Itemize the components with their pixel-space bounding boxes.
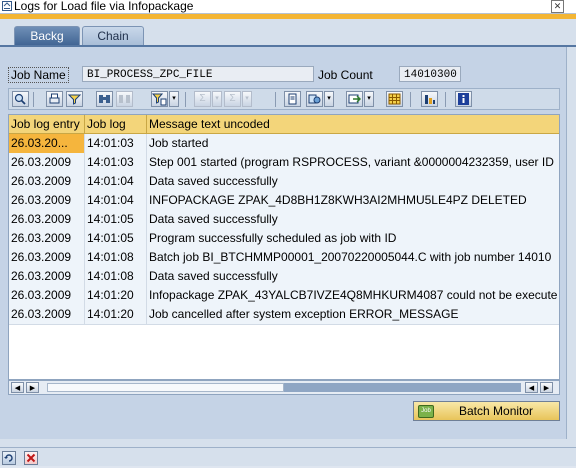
table-row[interactable]: 26.03.2009 14:01:08 Data saved successfull… <box>9 267 559 287</box>
chart-icon[interactable] <box>421 91 438 107</box>
print-preview-icon[interactable] <box>284 91 301 107</box>
job-log-grid: Job log entry Job log Message text uncod… <box>8 114 560 380</box>
window-icon <box>2 1 12 11</box>
job-name-field: BI_PROCESS_ZPC_FILE <box>82 66 314 82</box>
cell-date[interactable]: 26.03.20... <box>9 134 85 153</box>
subtotal-dropdown-icon[interactable]: ▾ <box>242 91 252 107</box>
find-next-icon[interactable] <box>116 91 133 107</box>
cell-time[interactable]: 14:01:20 <box>85 286 147 305</box>
export-icon[interactable] <box>306 91 323 107</box>
table-row[interactable]: 26.03.2009 14:01:08 Batch job BI_BTCHMMP00… <box>9 248 559 268</box>
toolbar-separator <box>445 92 446 107</box>
cell-time[interactable]: 14:01:03 <box>85 153 147 172</box>
cell-message[interactable]: Program successfully scheduled as job wi… <box>147 229 559 248</box>
toolbar-separator <box>185 92 186 107</box>
cell-time[interactable]: 14:01:04 <box>85 172 147 191</box>
cell-date[interactable]: 26.03.2009 <box>9 210 85 229</box>
scroll-left-button[interactable]: ◀ <box>11 382 24 393</box>
job-icon: Job <box>418 405 434 418</box>
scroll-left-end-button[interactable]: ◀ <box>525 382 538 393</box>
cell-date[interactable]: 26.03.2009 <box>9 248 85 267</box>
scroll-thumb[interactable] <box>47 383 284 392</box>
job-count-field: 14010300 <box>399 66 461 82</box>
cell-message[interactable]: Batch job BI_BTCHMMP00001_20070220005044… <box>147 248 559 267</box>
sum-dropdown-icon[interactable]: ▾ <box>212 91 222 107</box>
cell-message[interactable]: Job cancelled after system exception ERR… <box>147 305 559 324</box>
table-row[interactable]: 26.03.2009 14:01:20 Infopackage ZPAK_43YAL… <box>9 286 559 306</box>
cell-date[interactable]: 26.03.2009 <box>9 191 85 210</box>
toolbar-separator <box>410 92 411 107</box>
info-icon[interactable] <box>455 91 472 107</box>
job-name-label: Job Name <box>8 67 69 83</box>
cell-message[interactable]: Data saved successfully <box>147 172 559 191</box>
batch-monitor-button[interactable]: Job Batch Monitor <box>413 401 560 421</box>
set-filter-dropdown-icon[interactable]: ▾ <box>169 91 179 107</box>
scroll-right-button[interactable]: ▶ <box>26 382 39 393</box>
cell-time[interactable]: 14:01:08 <box>85 248 147 267</box>
table-row[interactable]: 26.03.20... 14:01:03 Job started <box>9 134 559 154</box>
job-count-label: Job Count <box>318 68 373 82</box>
table-row[interactable]: 26.03.2009 14:01:05 Data saved successfull… <box>9 210 559 230</box>
subtotal-icon[interactable]: Σ <box>224 91 241 107</box>
cell-message[interactable]: Step 001 started (program RSPROCESS, var… <box>147 153 559 172</box>
toolbar-separator <box>33 92 34 107</box>
tab-backg[interactable]: Backg <box>14 26 80 46</box>
window-titlebar: Logs for Load file via Infopackage ✕ <box>0 0 576 14</box>
cell-date[interactable]: 26.03.2009 <box>9 172 85 191</box>
table-row[interactable]: 26.03.2009 14:01:04 Data saved successfull… <box>9 172 559 192</box>
toolbar-separator <box>275 92 276 107</box>
sum-icon[interactable]: Σ <box>194 91 211 107</box>
find-icon[interactable] <box>96 91 113 107</box>
send-icon[interactable] <box>346 91 363 107</box>
table-row[interactable]: 26.03.2009 14:01:05 Program successfully s… <box>9 229 559 249</box>
cell-time[interactable]: 14:01:05 <box>85 210 147 229</box>
cell-date[interactable]: 26.03.2009 <box>9 305 85 324</box>
tab-chain[interactable]: Chain <box>82 26 144 46</box>
table-row[interactable]: 26.03.2009 14:01:20 Job cancelled after sy… <box>9 305 559 325</box>
print-icon[interactable] <box>46 91 63 107</box>
cell-time[interactable]: 14:01:05 <box>85 229 147 248</box>
cell-date[interactable]: 26.03.2009 <box>9 229 85 248</box>
refresh-icon[interactable] <box>2 451 16 465</box>
cell-time[interactable]: 14:01:03 <box>85 134 147 153</box>
cell-time[interactable]: 14:01:04 <box>85 191 147 210</box>
details-icon[interactable] <box>12 91 29 107</box>
cell-message[interactable]: Job started <box>147 134 559 153</box>
batch-monitor-label: Batch Monitor <box>459 404 534 418</box>
cell-date[interactable]: 26.03.2009 <box>9 153 85 172</box>
cancel-icon[interactable] <box>24 451 38 465</box>
set-filter-icon[interactable] <box>151 91 168 107</box>
cell-time[interactable]: 14:01:20 <box>85 305 147 324</box>
scroll-right-end-button[interactable]: ▶ <box>540 382 553 393</box>
horizontal-scrollbar[interactable]: ◀ ▶ ◀ ▶ <box>8 380 560 395</box>
layout-icon[interactable] <box>386 91 403 107</box>
cell-message[interactable]: Infopackage ZPAK_43YALCB7IVZE4Q8MHKURM40… <box>147 286 559 305</box>
filter-icon[interactable] <box>66 91 83 107</box>
table-row[interactable]: 26.03.2009 14:01:04 INFOPACKAGE ZPAK_4D8BH… <box>9 191 559 211</box>
grid-header: Job log entry Job log Message text uncod… <box>9 115 559 134</box>
table-row[interactable]: 26.03.2009 14:01:03 Step 001 started (prog… <box>9 153 559 173</box>
cell-message[interactable]: INFOPACKAGE ZPAK_4D8BH1Z8KWH3AI2MHMU5LE4… <box>147 191 559 210</box>
column-header-job-log[interactable]: Job log <box>85 115 147 133</box>
cell-date[interactable]: 26.03.2009 <box>9 286 85 305</box>
cell-message[interactable]: Data saved successfully <box>147 210 559 229</box>
window-title: Logs for Load file via Infopackage <box>14 0 194 13</box>
close-icon[interactable]: ✕ <box>551 0 564 13</box>
column-header-job-log-entry[interactable]: Job log entry <box>9 115 85 133</box>
dialog-footer <box>0 447 576 466</box>
grid-toolbar: ▾ Σ ▾ Σ ▾ ▾ ▾ <box>8 88 560 110</box>
cell-message[interactable]: Data saved successfully <box>147 267 559 286</box>
send-dropdown-icon[interactable]: ▾ <box>364 91 374 107</box>
column-header-message-text[interactable]: Message text uncoded <box>147 115 559 133</box>
cell-date[interactable]: 26.03.2009 <box>9 267 85 286</box>
cell-time[interactable]: 14:01:08 <box>85 267 147 286</box>
export-dropdown-icon[interactable]: ▾ <box>324 91 334 107</box>
